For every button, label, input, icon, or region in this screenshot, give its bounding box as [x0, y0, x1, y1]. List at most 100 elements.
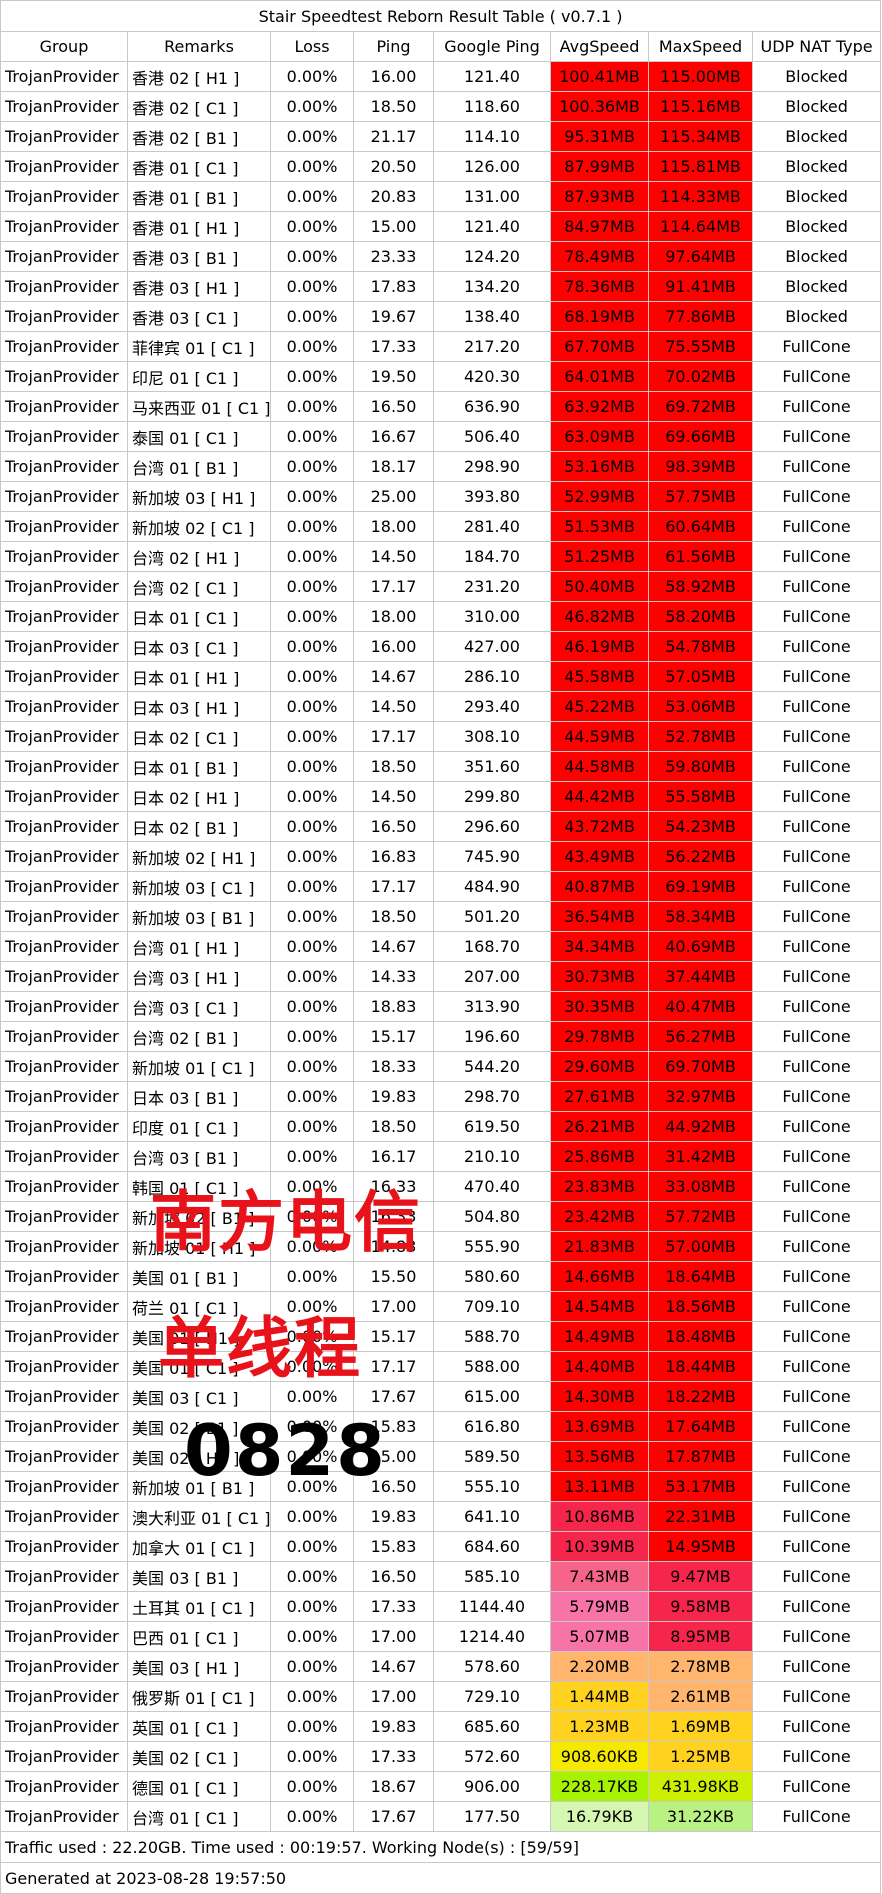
cell-loss: 0.00%: [270, 901, 354, 932]
cell-avg-speed: 63.92MB: [550, 391, 649, 422]
cell-udp-nat-type: FullCone: [751, 1321, 882, 1352]
cell-max-speed: 69.19MB: [648, 871, 753, 902]
cell-avg-speed: 51.25MB: [550, 541, 649, 572]
cell-ping: 20.50: [353, 151, 434, 182]
header-group: Group: [0, 31, 128, 62]
cell-loss: 0.00%: [270, 151, 354, 182]
cell-udp-nat-type: FullCone: [751, 1501, 882, 1532]
cell-google-ping: 684.60: [433, 1531, 551, 1562]
table-row: TrojanProvider 台湾 02 [ B1 ] 0.00% 15.17 196.…: [0, 1021, 882, 1052]
cell-group: TrojanProvider: [0, 1111, 128, 1142]
cell-ping: 16.50: [353, 1471, 434, 1502]
cell-google-ping: 555.90: [433, 1231, 551, 1262]
cell-remarks: 新加坡 03 [ B1 ]: [127, 901, 271, 932]
cell-group: TrojanProvider: [0, 1711, 128, 1742]
table-row: TrojanProvider 香港 01 [ B1 ] 0.00% 20.83 131.…: [0, 181, 882, 212]
cell-google-ping: 578.60: [433, 1651, 551, 1682]
cell-group: TrojanProvider: [0, 1171, 128, 1202]
cell-group: TrojanProvider: [0, 1021, 128, 1052]
cell-avg-speed: 36.54MB: [550, 901, 649, 932]
cell-loss: 0.00%: [270, 1201, 354, 1232]
cell-avg-speed: 228.17KB: [550, 1771, 649, 1802]
cell-avg-speed: 45.58MB: [550, 661, 649, 692]
cell-ping: 19.50: [353, 361, 434, 392]
table-row: TrojanProvider 新加坡 02 [ B1 ] 0.00% 16.33 504…: [0, 1201, 882, 1232]
cell-udp-nat-type: FullCone: [751, 1681, 882, 1712]
cell-avg-speed: 45.22MB: [550, 691, 649, 722]
cell-remarks: 土耳其 01 [ C1 ]: [127, 1591, 271, 1622]
cell-group: TrojanProvider: [0, 631, 128, 662]
traffic-summary: Traffic used : 22.20GB. Time used : 00:1…: [0, 1831, 882, 1863]
cell-remarks: 泰国 01 [ C1 ]: [127, 421, 271, 452]
table-row: TrojanProvider 新加坡 03 [ H1 ] 0.00% 25.00 393…: [0, 481, 882, 512]
table-row: TrojanProvider 菲律宾 01 [ C1 ] 0.00% 17.33 217…: [0, 331, 882, 362]
cell-udp-nat-type: FullCone: [751, 781, 882, 812]
cell-google-ping: 616.80: [433, 1411, 551, 1442]
cell-max-speed: 8.95MB: [648, 1621, 753, 1652]
table-row: TrojanProvider 香港 01 [ C1 ] 0.00% 20.50 126.…: [0, 151, 882, 182]
cell-google-ping: 121.40: [433, 61, 551, 92]
cell-loss: 0.00%: [270, 1171, 354, 1202]
cell-max-speed: 52.78MB: [648, 721, 753, 752]
cell-loss: 0.00%: [270, 181, 354, 212]
table-row: TrojanProvider 澳大利亚 01 [ C1 ] 0.00% 19.83 64…: [0, 1501, 882, 1532]
cell-loss: 0.00%: [270, 691, 354, 722]
cell-google-ping: 1214.40: [433, 1621, 551, 1652]
cell-loss: 0.00%: [270, 421, 354, 452]
cell-group: TrojanProvider: [0, 511, 128, 542]
cell-ping: 17.00: [353, 1681, 434, 1712]
table-row: TrojanProvider 台湾 01 [ B1 ] 0.00% 18.17 298.…: [0, 451, 882, 482]
cell-avg-speed: 27.61MB: [550, 1081, 649, 1112]
cell-ping: 14.33: [353, 961, 434, 992]
cell-avg-speed: 13.56MB: [550, 1441, 649, 1472]
table-row: TrojanProvider 日本 02 [ C1 ] 0.00% 17.17 308.…: [0, 721, 882, 752]
cell-max-speed: 37.44MB: [648, 961, 753, 992]
cell-group: TrojanProvider: [0, 1501, 128, 1532]
cell-group: TrojanProvider: [0, 361, 128, 392]
table-row: TrojanProvider 新加坡 01 [ C1 ] 0.00% 18.33 544…: [0, 1051, 882, 1082]
cell-ping: 19.67: [353, 301, 434, 332]
cell-loss: 0.00%: [270, 1681, 354, 1712]
cell-google-ping: 906.00: [433, 1771, 551, 1802]
generated-timestamp: Generated at 2023-08-28 19:57:50: [0, 1862, 882, 1894]
cell-google-ping: 555.10: [433, 1471, 551, 1502]
cell-udp-nat-type: FullCone: [751, 1801, 882, 1832]
cell-google-ping: 615.00: [433, 1381, 551, 1412]
cell-remarks: 台湾 01 [ B1 ]: [127, 451, 271, 482]
cell-ping: 15.50: [353, 1261, 434, 1292]
cell-avg-speed: 14.49MB: [550, 1321, 649, 1352]
cell-google-ping: 588.00: [433, 1351, 551, 1382]
table-row: TrojanProvider 日本 02 [ H1 ] 0.00% 14.50 299.…: [0, 781, 882, 812]
cell-google-ping: 313.90: [433, 991, 551, 1022]
table-row: TrojanProvider 日本 03 [ H1 ] 0.00% 14.50 293.…: [0, 691, 882, 722]
cell-group: TrojanProvider: [0, 1591, 128, 1622]
cell-loss: 0.00%: [270, 1741, 354, 1772]
cell-udp-nat-type: FullCone: [751, 1021, 882, 1052]
cell-udp-nat-type: FullCone: [751, 811, 882, 842]
cell-group: TrojanProvider: [0, 1321, 128, 1352]
table-row: TrojanProvider 新加坡 01 [ B1 ] 0.00% 16.50 555…: [0, 1471, 882, 1502]
table-row: TrojanProvider 香港 03 [ H1 ] 0.00% 17.83 134.…: [0, 271, 882, 302]
cell-group: TrojanProvider: [0, 1201, 128, 1232]
cell-remarks: 日本 03 [ C1 ]: [127, 631, 271, 662]
cell-udp-nat-type: FullCone: [751, 481, 882, 512]
cell-ping: 19.83: [353, 1081, 434, 1112]
cell-google-ping: 589.50: [433, 1441, 551, 1472]
cell-ping: 16.83: [353, 841, 434, 872]
cell-udp-nat-type: FullCone: [751, 1381, 882, 1412]
table-row: TrojanProvider 日本 03 [ B1 ] 0.00% 19.83 298.…: [0, 1081, 882, 1112]
cell-remarks: 韩国 01 [ C1 ]: [127, 1171, 271, 1202]
cell-google-ping: 126.00: [433, 151, 551, 182]
cell-avg-speed: 1.23MB: [550, 1711, 649, 1742]
cell-remarks: 日本 02 [ H1 ]: [127, 781, 271, 812]
cell-google-ping: 619.50: [433, 1111, 551, 1142]
cell-ping: 19.83: [353, 1501, 434, 1532]
cell-remarks: 新加坡 03 [ H1 ]: [127, 481, 271, 512]
cell-udp-nat-type: FullCone: [751, 931, 882, 962]
cell-udp-nat-type: FullCone: [751, 901, 882, 932]
header-ping: Ping: [353, 31, 434, 62]
cell-loss: 0.00%: [270, 1111, 354, 1142]
cell-remarks: 日本 03 [ H1 ]: [127, 691, 271, 722]
table-row: TrojanProvider 韩国 01 [ C1 ] 0.00% 16.33 470.…: [0, 1171, 882, 1202]
cell-remarks: 美国 02 [ B1 ]: [127, 1411, 271, 1442]
